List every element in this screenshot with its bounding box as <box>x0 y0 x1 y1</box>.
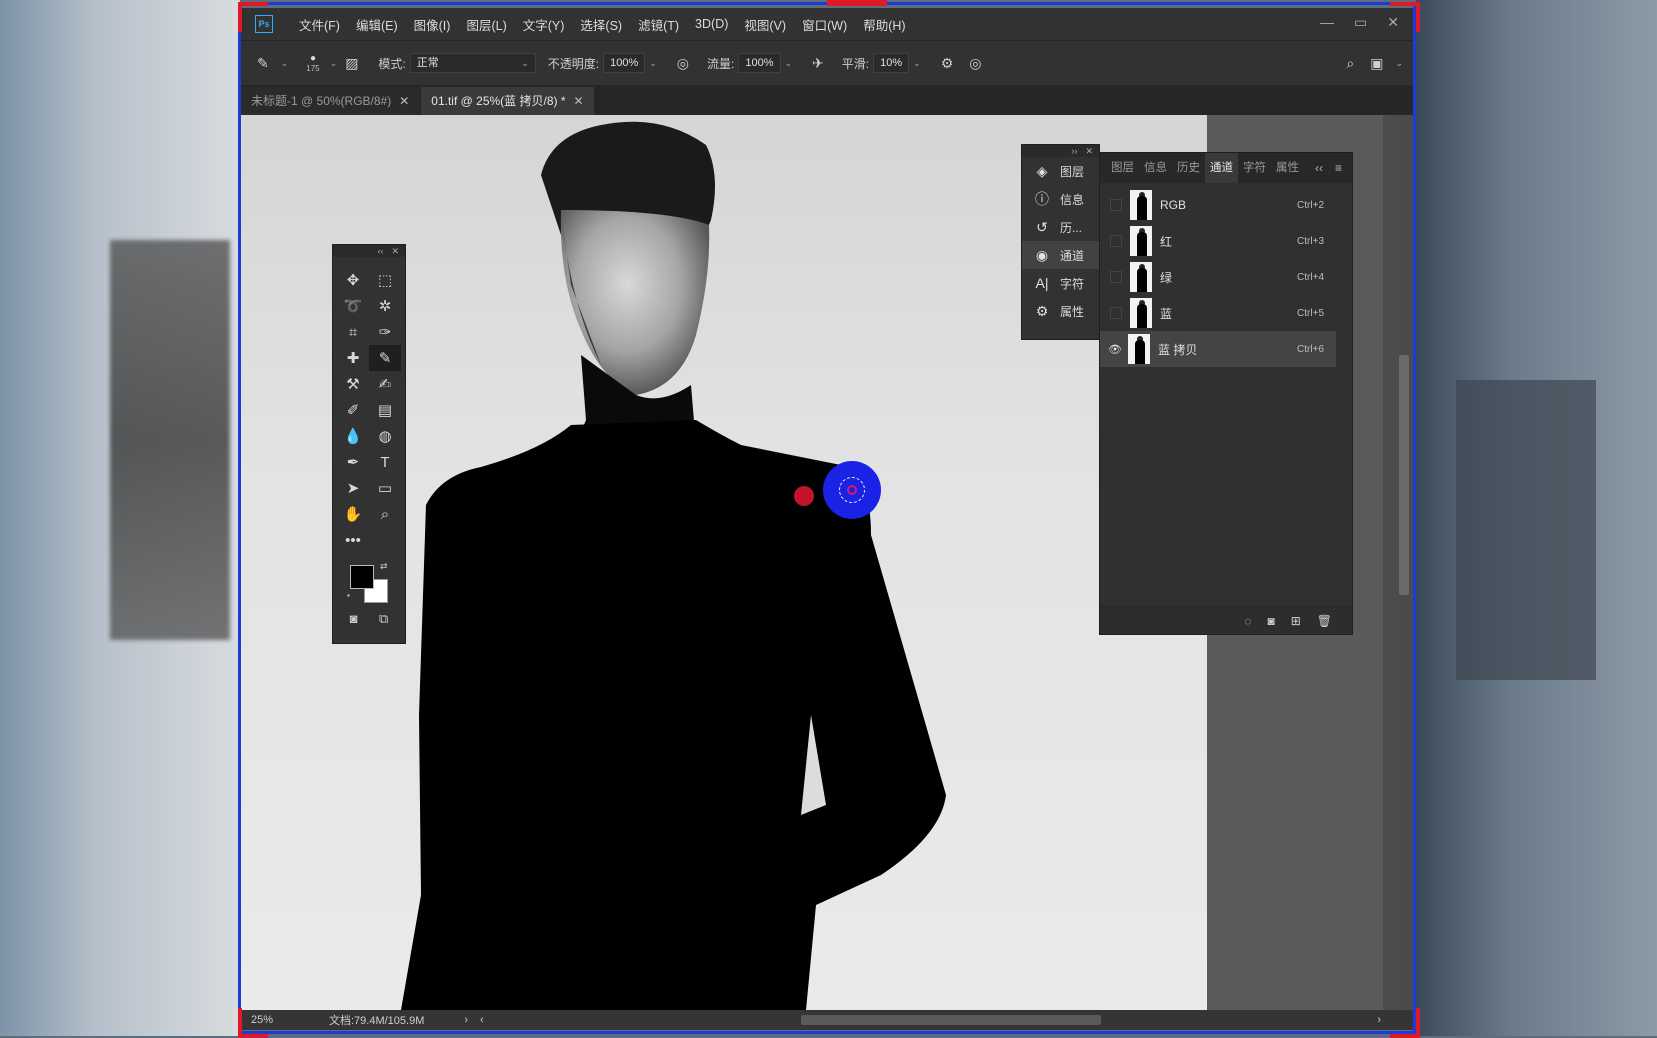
frame-corner <box>238 1008 268 1038</box>
recording-frame <box>238 2 1416 1034</box>
frame-corner <box>1390 2 1420 32</box>
foreground-color-swatch[interactable] <box>350 565 374 589</box>
background-desktop-left <box>0 0 240 1036</box>
frame-corner <box>1390 1008 1420 1038</box>
frame-corner <box>238 2 268 32</box>
background-desktop-right <box>1416 0 1657 1036</box>
frame-top-marker <box>827 0 887 6</box>
